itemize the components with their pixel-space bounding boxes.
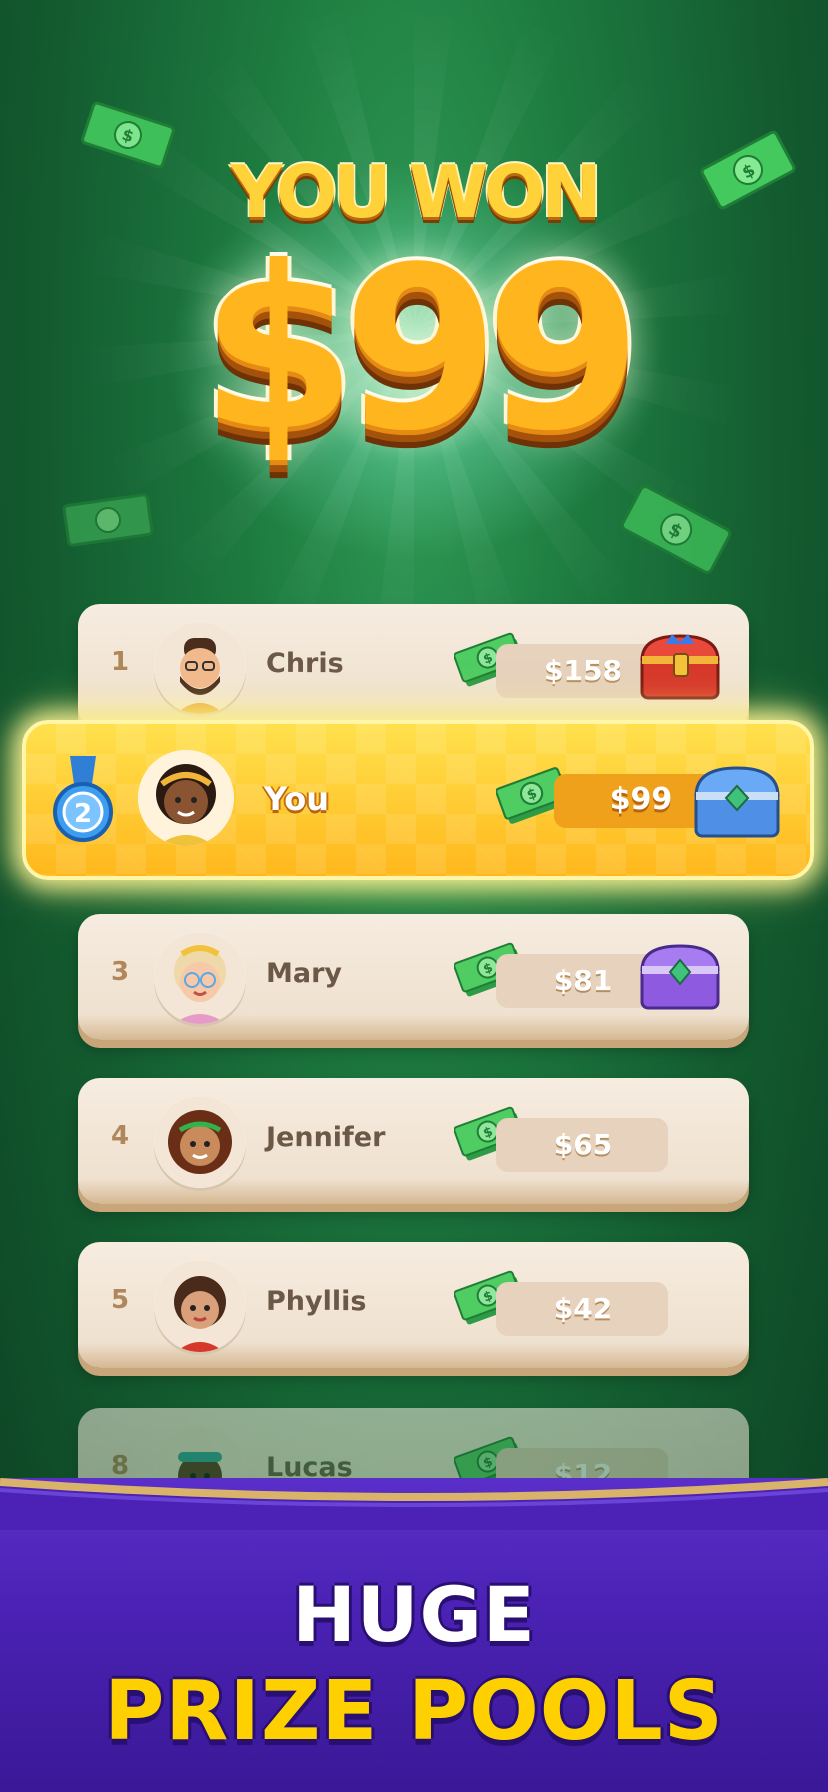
jennifer-avatar: [154, 1096, 246, 1188]
leaderboard-row: 3 Mary $ $81: [78, 914, 749, 1040]
player-name: Phyllis: [266, 1286, 367, 1317]
prize-amount: $42: [553, 1292, 613, 1325]
red-gold-chest-icon: [640, 634, 720, 700]
player-name: Jennifer: [266, 1122, 386, 1153]
banner-title-line1: HUGE: [292, 1570, 536, 1659]
silver-medal-icon: 2: [53, 756, 113, 842]
rank-number: 1: [110, 647, 130, 677]
won-amount: $99: [200, 219, 642, 481]
leaderboard-row-you: 2 You $ $99: [22, 720, 814, 880]
banner-gold-edge: [0, 1478, 828, 1530]
you-avatar: [138, 750, 234, 846]
leaderboard-row: 1 Chris $ $158: [78, 604, 749, 730]
banner-title-line2: PRIZE POOLS: [104, 1664, 724, 1759]
purple-chest-icon: [640, 944, 720, 1010]
prize-amount: $65: [553, 1128, 613, 1161]
player-name: Chris: [266, 648, 344, 679]
player-name: You: [264, 780, 329, 818]
rank-number: 5: [110, 1285, 130, 1315]
leaderboard-row: 5 Phyllis $ $42: [78, 1242, 749, 1368]
floating-bill-icon: [62, 493, 154, 547]
mary-avatar: [154, 932, 246, 1024]
svg-text:2: 2: [74, 799, 92, 829]
rank-number: 3: [110, 957, 130, 987]
leaderboard-row: 4 Jennifer $ $65: [78, 1078, 749, 1204]
rank-number: 4: [110, 1121, 130, 1151]
chris-avatar: [154, 622, 246, 714]
player-name: Mary: [266, 958, 343, 989]
phyllis-avatar: [154, 1260, 246, 1352]
floating-bill-icon: $: [620, 485, 732, 574]
blue-chest-icon: [694, 766, 780, 838]
